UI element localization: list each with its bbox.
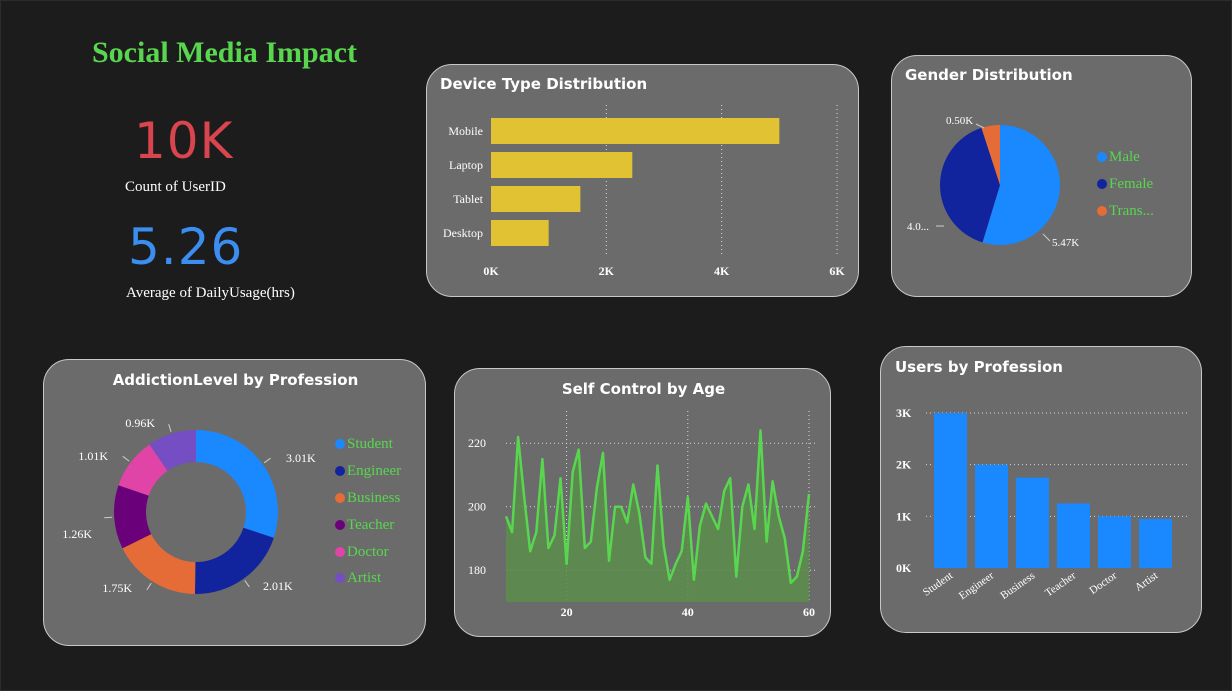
legend-dot xyxy=(335,439,345,449)
data-label: 1.75K xyxy=(102,581,132,595)
kpi-user-count-label: Count of UserID xyxy=(125,179,226,195)
kpi-user-count-value: 10K xyxy=(134,112,234,170)
legend-dot xyxy=(1097,206,1107,216)
category-label: Tablet xyxy=(453,192,483,206)
users-by-profession-card[interactable]: Users by Profession 0K 1K 2K 3K Student Engin… xyxy=(880,346,1202,633)
legend-item-doctor[interactable]: Doctor xyxy=(335,544,389,561)
bar xyxy=(491,152,633,178)
legend-dot xyxy=(335,520,345,530)
category-label: Teacher xyxy=(1043,569,1079,599)
self-control-card[interactable]: Self Control by Age 180 200 220 20 40 60 xyxy=(454,368,831,637)
legend-label: Business xyxy=(347,490,401,506)
y-tick-label: 200 xyxy=(468,500,486,514)
data-label: 1.01K xyxy=(78,449,108,463)
device-type-bar-chart: 0K 2K 4K 6K Mobile Laptop Tablet Desktop xyxy=(443,105,845,278)
x-tick-label: 0K xyxy=(483,264,499,278)
legend-item-female[interactable]: Female xyxy=(1097,176,1153,193)
data-label: 0.96K xyxy=(125,416,155,430)
legend-label: Engineer xyxy=(347,463,402,479)
area-fill xyxy=(506,430,809,602)
y-tick-label: 3K xyxy=(896,406,912,420)
bar xyxy=(1057,503,1090,568)
leader-line xyxy=(244,580,250,588)
legend-label: Trans... xyxy=(1109,203,1154,219)
bar xyxy=(1139,518,1172,568)
x-tick-label: 60 xyxy=(803,605,815,619)
data-label: 1.26K xyxy=(62,527,92,541)
bar xyxy=(1098,516,1131,568)
legend-item-artist[interactable]: Artist xyxy=(335,570,381,587)
x-tick-label: 20 xyxy=(561,605,573,619)
kpi-daily-usage-label: Average of DailyUsage(hrs) xyxy=(126,285,295,301)
donut-slice xyxy=(194,527,274,594)
legend-label: Male xyxy=(1109,149,1140,165)
legend-dot xyxy=(335,573,345,583)
y-tick-label: 0K xyxy=(896,561,912,575)
category-label: Laptop xyxy=(449,158,483,172)
data-label: 0.50K xyxy=(946,115,973,127)
leader-line xyxy=(122,455,130,462)
leader-line xyxy=(263,457,271,464)
category-label: Artist xyxy=(1133,570,1160,594)
category-label: Mobile xyxy=(448,124,483,138)
addiction-level-card[interactable]: AddictionLevel by Profession 3.01K 2.01K 1… xyxy=(43,359,426,646)
legend-label: Teacher xyxy=(347,517,395,533)
bar xyxy=(934,413,967,568)
legend-dot xyxy=(1097,179,1107,189)
data-label: 5.47K xyxy=(1052,237,1079,249)
y-tick-label: 2K xyxy=(896,458,912,472)
leader-line xyxy=(975,123,985,129)
device-type-card[interactable]: Device Type Distribution 0K 2K 4K 6K Mobile L… xyxy=(426,64,859,297)
legend-item-trans[interactable]: Trans... xyxy=(1097,203,1154,220)
category-label: Student xyxy=(921,570,955,599)
self-control-area-chart: 180 200 220 20 40 60 xyxy=(468,411,817,619)
legend-dot xyxy=(335,466,345,476)
category-label: Engineer xyxy=(957,569,997,602)
leader-line xyxy=(104,516,113,519)
legend-label: Student xyxy=(347,436,393,452)
legend-dot xyxy=(1097,152,1107,162)
legend-label: Doctor xyxy=(347,544,389,560)
data-label: 3.01K xyxy=(286,451,316,465)
leader-line xyxy=(1042,233,1051,242)
legend-item-teacher[interactable]: Teacher xyxy=(335,517,394,534)
leader-line xyxy=(168,424,172,432)
leader-line xyxy=(146,582,152,591)
category-label: Business xyxy=(998,570,1037,602)
profession-bar-chart: 0K 1K 2K 3K Student Engineer Business Teacher Do… xyxy=(896,406,1189,602)
donut-slice xyxy=(196,430,278,538)
category-label: Desktop xyxy=(443,226,483,240)
y-tick-label: 1K xyxy=(896,509,912,523)
legend-dot xyxy=(335,547,345,557)
data-label: 2.01K xyxy=(263,579,293,593)
category-label: Doctor xyxy=(1087,569,1119,597)
bar xyxy=(975,464,1008,568)
legend-label: Female xyxy=(1109,176,1154,192)
donut-slice xyxy=(122,534,196,594)
legend-item-male[interactable]: Male xyxy=(1097,149,1140,166)
y-tick-label: 220 xyxy=(468,436,486,450)
bar xyxy=(491,186,581,212)
dashboard-title: Social Media Impact xyxy=(92,36,357,69)
bar xyxy=(491,118,780,144)
legend-item-engineer[interactable]: Engineer xyxy=(335,463,401,480)
legend-label: Artist xyxy=(347,570,382,586)
x-tick-label: 4K xyxy=(714,264,730,278)
y-tick-label: 180 xyxy=(468,563,486,577)
x-tick-label: 6K xyxy=(829,264,845,278)
kpi-daily-usage-value: 5.26 xyxy=(128,218,244,276)
gender-distribution-card[interactable]: Gender Distribution 5.47K 4.0... 0.50K Mal… xyxy=(891,55,1192,297)
x-tick-label: 40 xyxy=(682,605,694,619)
data-label: 4.0... xyxy=(907,221,929,233)
legend-item-business[interactable]: Business xyxy=(335,490,400,507)
bar xyxy=(491,220,549,246)
bar xyxy=(1016,477,1049,568)
x-tick-label: 2K xyxy=(599,264,615,278)
legend-item-student[interactable]: Student xyxy=(335,436,393,453)
legend-dot xyxy=(335,493,345,503)
